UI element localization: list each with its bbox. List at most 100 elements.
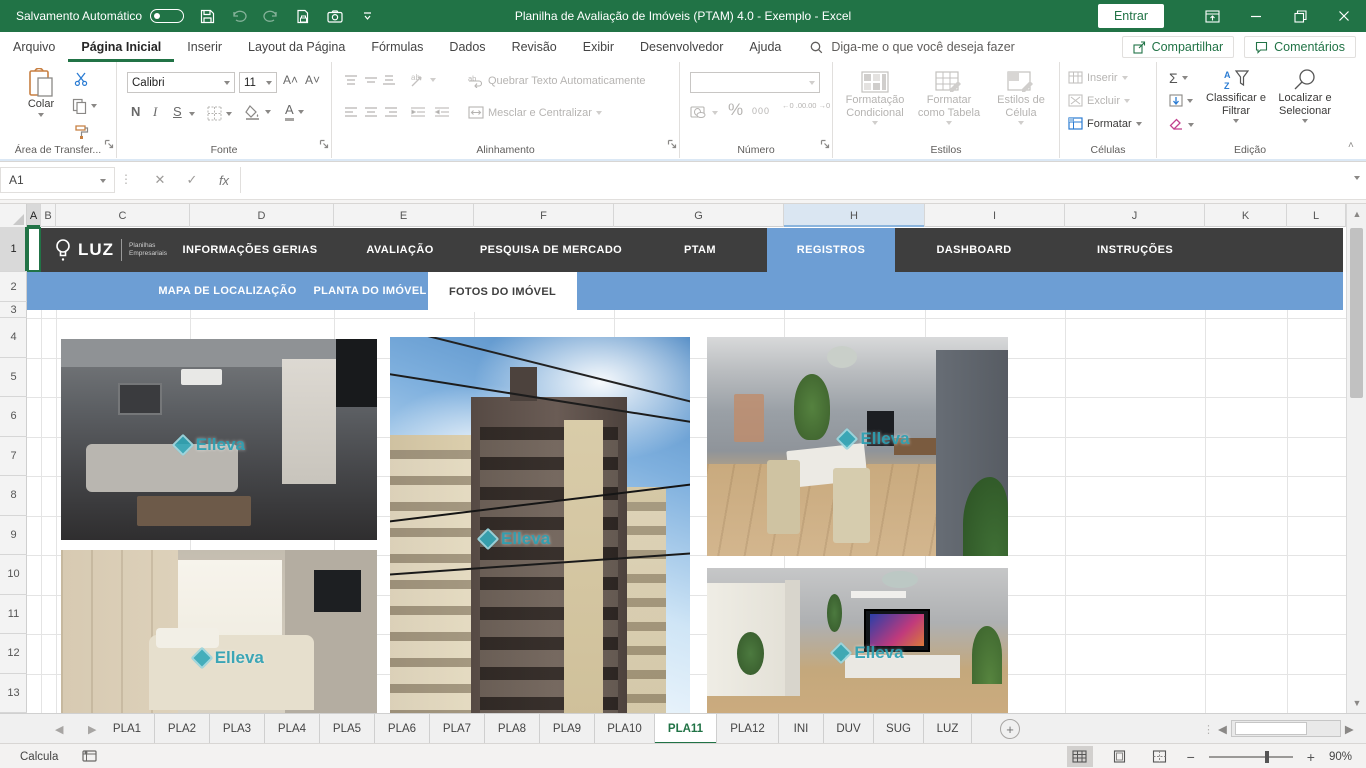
clipboard-dialog-launcher[interactable]: [104, 136, 114, 154]
tab-layout-da-pagina[interactable]: Layout da Página: [235, 32, 358, 62]
horizontal-scrollbar[interactable]: ◀ ▶: [1218, 719, 1354, 738]
new-sheet-button[interactable]: +: [1000, 719, 1020, 739]
row-header-5[interactable]: 5: [0, 358, 27, 398]
underline-dropdown[interactable]: [189, 112, 195, 116]
minimize-button[interactable]: [1234, 0, 1278, 32]
tab-pagina-inicial[interactable]: Página Inicial: [68, 32, 174, 62]
vertical-scroll-thumb[interactable]: [1350, 228, 1363, 398]
row-header-10[interactable]: 10: [0, 555, 27, 595]
row-header-13[interactable]: 13: [0, 674, 27, 714]
zoom-out-icon[interactable]: −: [1187, 749, 1195, 765]
font-name-combo[interactable]: Calibri: [127, 72, 235, 93]
col-header-e[interactable]: E: [334, 204, 474, 227]
sheet-tab-pla11[interactable]: PLA11: [655, 714, 717, 744]
sheet-tab-duv[interactable]: DUV: [824, 714, 874, 744]
col-header-k[interactable]: K: [1205, 204, 1287, 227]
zoom-level[interactable]: 90%: [1329, 751, 1352, 763]
sheet-tab-pla6[interactable]: PLA6: [375, 714, 430, 744]
share-button[interactable]: Compartilhar: [1122, 36, 1235, 58]
italic-button[interactable]: I: [153, 104, 157, 120]
tab-inserir[interactable]: Inserir: [174, 32, 235, 62]
sheet-tab-pla7[interactable]: PLA7: [430, 714, 485, 744]
tab-desenvolvedor[interactable]: Desenvolvedor: [627, 32, 736, 62]
tab-arquivo[interactable]: Arquivo: [0, 32, 68, 62]
horizontal-scroll-thumb[interactable]: [1235, 722, 1307, 735]
nav-item-registros[interactable]: REGISTROS: [767, 228, 895, 272]
row-header-2[interactable]: 2: [0, 272, 27, 302]
underline-button[interactable]: S: [173, 104, 182, 119]
sheet-tab-pla8[interactable]: PLA8: [485, 714, 540, 744]
tab-dados[interactable]: Dados: [436, 32, 498, 62]
copy-button[interactable]: [72, 98, 97, 114]
tabbar-resizer[interactable]: ⋮: [1203, 714, 1214, 744]
zoom-slider-thumb[interactable]: [1265, 751, 1269, 763]
sort-filter-button[interactable]: AZ Classificar e Filtrar: [1203, 68, 1269, 123]
font-dialog-launcher[interactable]: [319, 136, 329, 154]
nav-item-instrucoes[interactable]: INSTRUÇÕES: [1060, 228, 1210, 272]
sheet-tab-pla9[interactable]: PLA9: [540, 714, 595, 744]
tab-revisao[interactable]: Revisão: [499, 32, 570, 62]
nav-item-ptam[interactable]: PTAM: [645, 228, 755, 272]
col-header-c[interactable]: C: [56, 204, 190, 227]
clear-button[interactable]: [1169, 118, 1194, 131]
sheet-tab-ini[interactable]: INI: [779, 714, 824, 744]
camera-icon[interactable]: [326, 7, 344, 25]
insert-function-icon[interactable]: fx: [212, 170, 236, 190]
row-header-12[interactable]: 12: [0, 634, 27, 674]
font-color-icon[interactable]: A: [285, 102, 304, 121]
borders-icon[interactable]: [207, 106, 232, 121]
row-header-6[interactable]: 6: [0, 397, 27, 437]
bold-button[interactable]: N: [131, 104, 140, 119]
nav-item-avaliacao[interactable]: AVALIAÇÃO: [335, 228, 465, 272]
col-header-a[interactable]: A: [27, 204, 41, 227]
subtab-planta-do-imovel[interactable]: PLANTA DO IMÓVEL: [295, 272, 445, 310]
scroll-down-icon[interactable]: ▼: [1347, 693, 1366, 713]
tab-exibir[interactable]: Exibir: [570, 32, 627, 62]
sheet-tab-pla12[interactable]: PLA12: [717, 714, 779, 744]
zoom-slider[interactable]: [1209, 756, 1293, 758]
number-dialog-launcher[interactable]: [820, 136, 830, 154]
photo-dining-room[interactable]: Elleva: [707, 337, 1008, 556]
col-header-b[interactable]: B: [41, 204, 56, 227]
row-header-1[interactable]: 1: [0, 227, 27, 272]
col-header-g[interactable]: G: [614, 204, 784, 227]
macro-record-icon[interactable]: [82, 749, 97, 765]
sheet-tab-pla5[interactable]: PLA5: [320, 714, 375, 744]
col-header-j[interactable]: J: [1065, 204, 1205, 227]
customize-qat-icon[interactable]: [358, 7, 376, 25]
increase-font-icon[interactable]: A˄: [283, 73, 298, 87]
photo-living-room-tv[interactable]: Elleva: [707, 568, 1008, 713]
cut-button[interactable]: [74, 72, 89, 86]
select-all-corner[interactable]: [0, 204, 27, 227]
subtab-fotos-do-imovel[interactable]: FOTOS DO IMÓVEL: [428, 272, 577, 312]
col-header-d[interactable]: D: [190, 204, 334, 227]
page-break-view-icon[interactable]: [1147, 746, 1173, 767]
sheet-nav-right-icon[interactable]: ▶: [88, 714, 96, 744]
sheet-tab-pla10[interactable]: PLA10: [595, 714, 655, 744]
hscroll-left-icon[interactable]: ◀: [1218, 722, 1227, 736]
row-header-8[interactable]: 8: [0, 476, 27, 516]
active-cell-a1[interactable]: [27, 227, 41, 272]
col-header-f[interactable]: F: [474, 204, 614, 227]
alignment-dialog-launcher[interactable]: [667, 136, 677, 154]
vertical-scrollbar[interactable]: ▲ ▼: [1346, 204, 1366, 713]
photo-bedroom[interactable]: Elleva: [61, 550, 377, 713]
save-icon[interactable]: [198, 7, 216, 25]
restore-button[interactable]: [1278, 0, 1322, 32]
sheet-tab-pla1[interactable]: PLA1: [100, 714, 155, 744]
comments-button[interactable]: Comentários: [1244, 36, 1356, 58]
sheet-tab-pla3[interactable]: PLA3: [210, 714, 265, 744]
col-header-h[interactable]: H: [784, 204, 925, 227]
formula-input[interactable]: [240, 167, 1338, 193]
sheet-tab-luz[interactable]: LUZ: [924, 714, 972, 744]
collapse-ribbon-icon[interactable]: ˄: [1348, 140, 1354, 151]
page-layout-view-icon[interactable]: [1107, 746, 1133, 767]
sheet-tab-sug[interactable]: SUG: [874, 714, 924, 744]
expand-formula-bar-icon[interactable]: [1354, 176, 1360, 180]
fill-color-icon[interactable]: [245, 104, 271, 120]
col-header-i[interactable]: I: [925, 204, 1065, 227]
hscroll-right-icon[interactable]: ▶: [1345, 722, 1354, 736]
autosum-button[interactable]: Σ: [1169, 70, 1188, 86]
name-box[interactable]: A1: [0, 167, 115, 193]
row-header-11[interactable]: 11: [0, 595, 27, 635]
